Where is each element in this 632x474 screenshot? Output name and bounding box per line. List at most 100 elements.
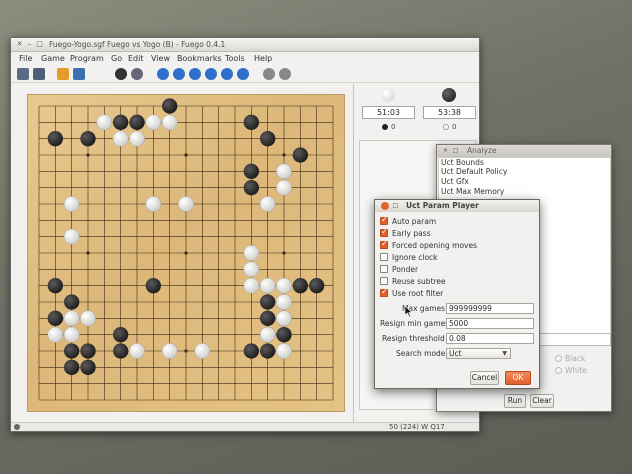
list-item[interactable]: Uct Gfx: [441, 177, 469, 186]
white-captures: 0: [443, 123, 456, 131]
back-ten-icon[interactable]: [173, 68, 185, 80]
white-capture-icon: [443, 124, 449, 130]
menu-file[interactable]: File: [19, 54, 32, 63]
mouse-cursor-icon: [405, 306, 413, 317]
analyze-param-field[interactable]: [539, 333, 611, 346]
auto-param-checkbox[interactable]: Auto param: [380, 215, 436, 226]
star-point: [86, 251, 90, 255]
interrupt-icon[interactable]: [131, 68, 143, 80]
end-icon[interactable]: [237, 68, 249, 80]
black-stone: [64, 343, 80, 359]
go-board[interactable]: [27, 94, 345, 412]
search-mode-select[interactable]: Uct ▼: [446, 348, 511, 359]
black-stone: [145, 278, 161, 294]
star-point: [282, 153, 286, 157]
close-icon[interactable]: ✕: [15, 40, 24, 49]
black-stone: [80, 359, 96, 376]
black-captures: 0: [382, 123, 395, 131]
ponder-checkbox[interactable]: Ponder: [380, 265, 418, 274]
black-stone: [243, 343, 259, 359]
star-point: [184, 251, 188, 255]
open-icon[interactable]: [17, 68, 29, 80]
white-stone: [112, 130, 129, 147]
resign-min-games-field[interactable]: 5000: [446, 318, 534, 329]
menu-tools[interactable]: Tools: [225, 54, 245, 63]
ignore-clock-checkbox[interactable]: Ignore clock: [380, 253, 438, 262]
list-item[interactable]: Uct Max Memory: [441, 187, 504, 196]
checkbox-icon: [380, 265, 388, 273]
status-bar: 50 (224) W Q17: [11, 422, 479, 431]
close-icon[interactable]: ✕: [441, 146, 450, 155]
maximize-icon[interactable]: □: [451, 146, 460, 155]
menu-game[interactable]: Game: [41, 54, 65, 63]
run-button[interactable]: Run: [504, 394, 526, 408]
maximize-icon[interactable]: □: [391, 201, 400, 210]
black-stone: [64, 294, 80, 310]
new-game-icon[interactable]: [57, 68, 69, 80]
menu-view[interactable]: View: [151, 54, 170, 63]
white-stone: [145, 196, 162, 212]
radio-black[interactable]: Black: [555, 354, 585, 363]
forward-ten-icon[interactable]: [221, 68, 233, 80]
black-stone: [162, 98, 178, 114]
checkbox-icon: [380, 287, 388, 297]
menu-help[interactable]: Help: [254, 54, 272, 63]
menu-program[interactable]: Program: [70, 54, 104, 63]
white-stone: [243, 245, 260, 261]
maximize-icon[interactable]: □: [35, 40, 44, 49]
clear-button[interactable]: Clear: [530, 394, 554, 408]
menu-edit[interactable]: Edit: [128, 54, 144, 63]
black-stone: [113, 343, 129, 359]
close-icon[interactable]: [381, 202, 389, 210]
white-stone: [276, 294, 292, 310]
white-stone: [161, 343, 178, 359]
checkbox-icon: [380, 215, 388, 225]
checkbox-icon: [380, 239, 388, 249]
early-pass-checkbox[interactable]: Early pass: [380, 227, 431, 238]
pass-icon[interactable]: [263, 68, 275, 80]
board-grid[interactable]: [27, 94, 345, 412]
star-point: [86, 153, 90, 157]
toolbar: [11, 65, 479, 83]
status-text: 50 (224) W Q17: [389, 423, 445, 431]
dialog-title-bar: □ Uct Param Player: [375, 200, 539, 212]
black-clock: 51:03: [362, 106, 415, 119]
black-stone: [80, 343, 96, 359]
black-capture-icon: [382, 124, 388, 130]
setup-icon[interactable]: [73, 68, 85, 80]
black-stone: [113, 114, 129, 130]
black-to-move-stone: [442, 88, 456, 102]
forward-icon[interactable]: [205, 68, 217, 80]
white-stone: [80, 310, 96, 327]
board-area: [11, 84, 354, 422]
black-stone: [47, 278, 63, 294]
radio-white[interactable]: White: [555, 366, 587, 375]
star-point: [282, 251, 286, 255]
white-stone: [259, 277, 276, 294]
score-icon[interactable]: [279, 68, 291, 80]
beginning-icon[interactable]: [157, 68, 169, 80]
radio-icon: [555, 355, 562, 362]
back-icon[interactable]: [189, 68, 201, 80]
use-root-filter-checkbox[interactable]: Use root filter: [380, 287, 443, 298]
menu-go[interactable]: Go: [111, 54, 122, 63]
computer-icon[interactable]: [115, 68, 127, 80]
list-item[interactable]: Uct Bounds: [441, 158, 484, 167]
white-stone: [243, 261, 260, 278]
black-stone: [243, 180, 259, 196]
menu-bar: File Game Program Go Edit View Bookmarks…: [11, 52, 479, 65]
save-icon[interactable]: [33, 68, 45, 80]
chevron-down-icon: ▼: [502, 350, 507, 357]
menu-bookmarks[interactable]: Bookmarks: [177, 54, 222, 63]
analyze-title: Analyze: [467, 146, 497, 155]
black-stone: [47, 310, 63, 326]
reuse-subtree-checkbox[interactable]: Reuse subtree: [380, 277, 446, 286]
list-item[interactable]: Uct Default Policy: [441, 167, 507, 176]
star-point: [184, 153, 188, 157]
forced-opening-checkbox[interactable]: Forced opening moves: [380, 239, 477, 250]
cancel-button[interactable]: Cancel: [470, 371, 499, 385]
resign-threshold-field[interactable]: 0.08: [446, 333, 534, 344]
max-games-field[interactable]: 999999999: [446, 303, 534, 314]
ok-button[interactable]: OK: [505, 371, 531, 385]
minimize-icon[interactable]: –: [25, 40, 34, 49]
